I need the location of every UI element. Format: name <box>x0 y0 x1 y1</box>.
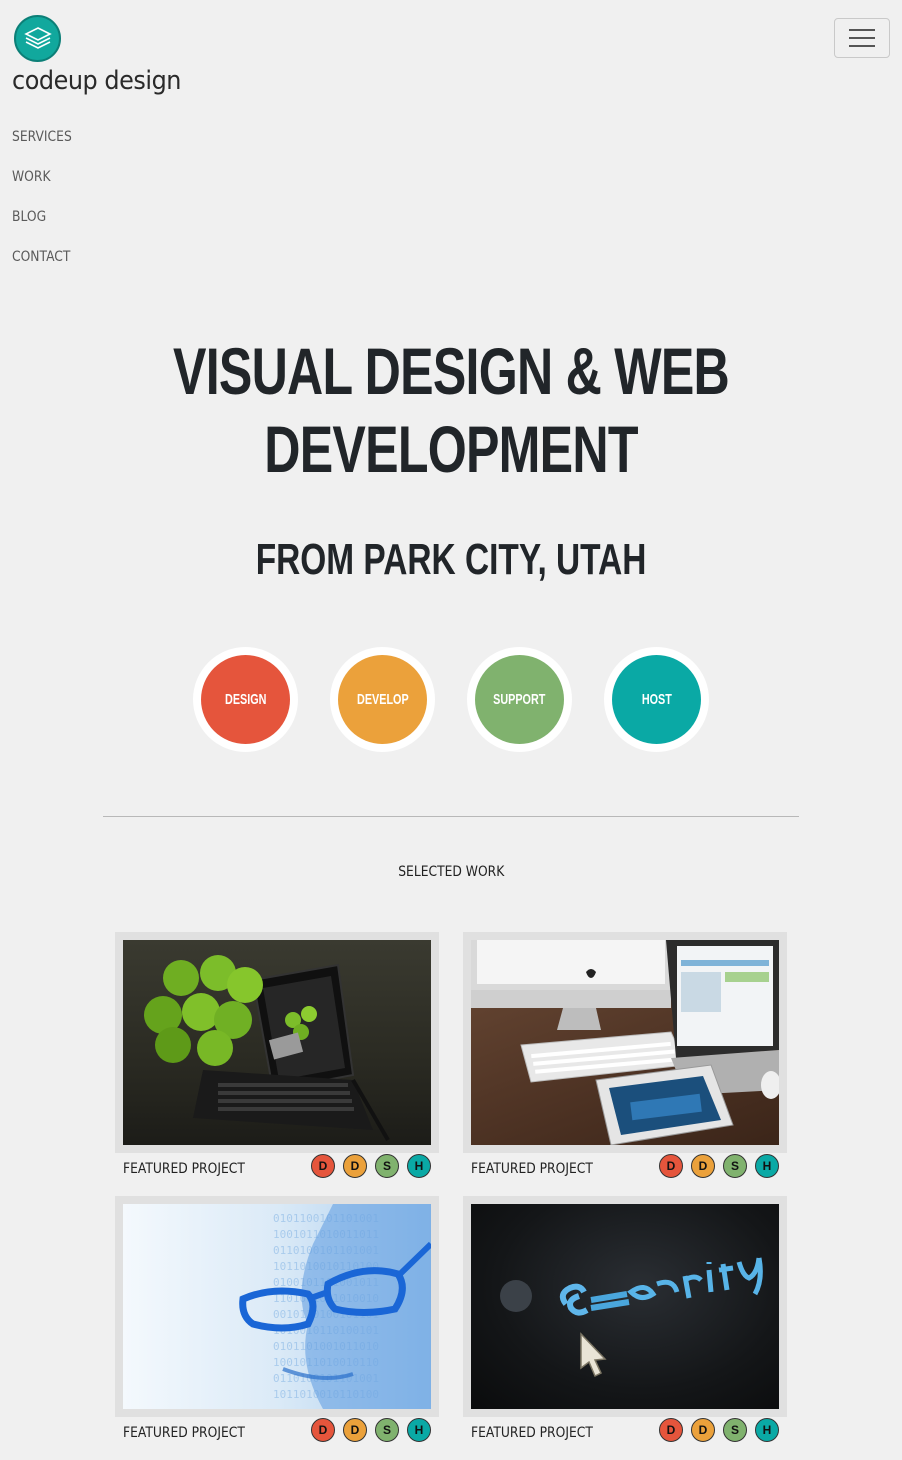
service-design-button[interactable]: DESIGN <box>193 647 298 752</box>
service-design-circle: DESIGN <box>201 655 290 744</box>
hamburger-bar <box>849 45 875 47</box>
hero-title: VISUAL DESIGN & WEB DEVELOPMENT <box>0 332 902 488</box>
project-label: FEATURED PROJECT <box>471 1425 593 1441</box>
menu-toggle-button[interactable] <box>834 18 890 58</box>
service-host-circle: HOST <box>612 655 701 744</box>
logo-icon[interactable] <box>14 15 61 62</box>
main-nav: SERVICES WORK BLOG CONTACT <box>12 127 80 287</box>
hamburger-bar <box>849 37 875 39</box>
badge-support: S <box>723 1154 747 1178</box>
service-develop-button[interactable]: DEVELOP <box>330 647 435 752</box>
section-title: SELECTED WORK <box>0 864 902 880</box>
service-develop-label: DEVELOP <box>356 691 409 708</box>
badge-support: S <box>723 1418 747 1442</box>
project-card[interactable]: FEATURED PROJECT D D S H <box>463 1196 787 1442</box>
nav-item-blog[interactable]: BLOG <box>12 207 72 247</box>
badge-design: D <box>659 1418 683 1442</box>
service-support-label: SUPPORT <box>493 691 546 708</box>
service-host-label: HOST <box>641 691 672 708</box>
nav-item-contact[interactable]: CONTACT <box>12 247 72 287</box>
project-image-frame <box>463 1196 787 1417</box>
project-card[interactable]: FEATURED PROJECT D D S H <box>115 932 439 1178</box>
project-badges: D D S H <box>311 1154 431 1178</box>
brand-name[interactable]: codeup design <box>12 66 181 96</box>
project-badges: D D S H <box>659 1418 779 1442</box>
badge-develop: D <box>343 1418 367 1442</box>
project-image-frame <box>463 932 787 1153</box>
hero-title-line1: VISUAL DESIGN & WEB <box>173 334 730 408</box>
project-label: FEATURED PROJECT <box>123 1425 245 1441</box>
service-support-button[interactable]: SUPPORT <box>467 647 572 752</box>
project-card[interactable]: FEATURED PROJECT D D S H <box>463 932 787 1178</box>
hero-title-line2: DEVELOPMENT <box>264 412 638 486</box>
badge-host: H <box>407 1154 431 1178</box>
service-host-button[interactable]: HOST <box>604 647 709 752</box>
project-image[interactable] <box>471 1204 779 1409</box>
badge-design: D <box>311 1154 335 1178</box>
badge-support: S <box>375 1154 399 1178</box>
project-image[interactable] <box>123 940 431 1145</box>
badge-design: D <box>311 1418 335 1442</box>
project-label: FEATURED PROJECT <box>471 1161 593 1177</box>
service-develop-circle: DEVELOP <box>338 655 427 744</box>
project-label: FEATURED PROJECT <box>123 1161 245 1177</box>
project-card[interactable]: 0101100101101001 1001011010011011 011010… <box>115 1196 439 1442</box>
section-divider <box>103 816 799 817</box>
project-badges: D D S H <box>659 1154 779 1178</box>
badge-host: H <box>407 1418 431 1442</box>
badge-host: H <box>755 1154 779 1178</box>
hero-subtitle: FROM PARK CITY, UTAH <box>0 532 902 588</box>
service-design-label: DESIGN <box>224 691 267 708</box>
badge-design: D <box>659 1154 683 1178</box>
service-support-circle: SUPPORT <box>475 655 564 744</box>
section-title-text: SELECTED WORK <box>397 864 505 880</box>
project-image-frame: 0101100101101001 1001011010011011 011010… <box>115 1196 439 1417</box>
badge-develop: D <box>343 1154 367 1178</box>
badge-support: S <box>375 1418 399 1442</box>
hero-subtitle-text: FROM PARK CITY, UTAH <box>255 535 647 584</box>
project-badges: D D S H <box>311 1418 431 1442</box>
hamburger-bar <box>849 29 875 31</box>
nav-item-services[interactable]: SERVICES <box>12 127 72 167</box>
badge-develop: D <box>691 1154 715 1178</box>
project-image-frame <box>115 932 439 1153</box>
badge-develop: D <box>691 1418 715 1442</box>
project-image[interactable]: 0101100101101001 1001011010011011 011010… <box>123 1204 431 1409</box>
badge-host: H <box>755 1418 779 1442</box>
project-image[interactable] <box>471 940 779 1145</box>
nav-item-work[interactable]: WORK <box>12 167 72 207</box>
